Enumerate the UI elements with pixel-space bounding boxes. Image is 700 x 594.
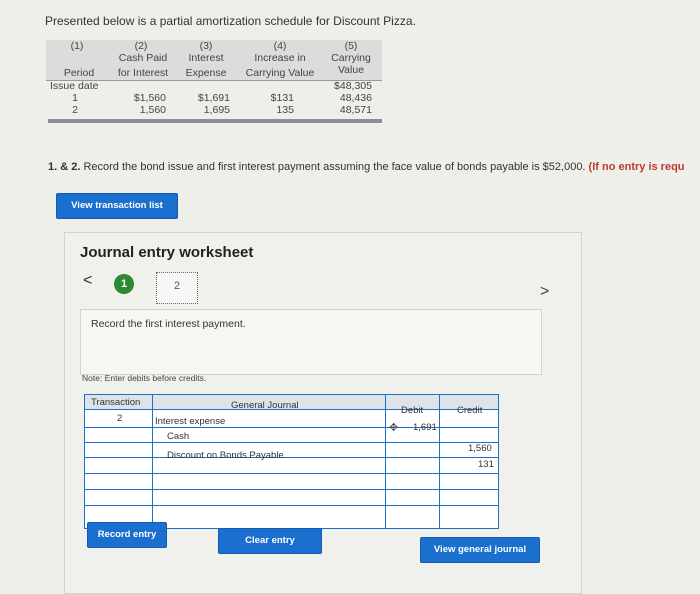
debit-field[interactable]: 1,691 [413,422,437,434]
col-header-line2: Expense [185,67,227,79]
col-header-line2: for Interest [117,67,169,79]
note-text: Note: Enter debits before credits. [82,373,207,383]
journal-row-divider [85,505,498,506]
instruction-text: Record the first interest payment. [91,318,246,330]
question-warning: (If no entry is requ [585,161,685,173]
prev-arrow-icon[interactable]: < [83,272,92,290]
question-text: 1. & 2. Record the bond issue and first … [48,161,685,173]
worksheet-title: Journal entry worksheet [80,244,254,261]
row-carrying: $48,305 [334,80,372,92]
header-credit: Credit [457,405,483,416]
transaction-number: 2 [117,413,123,424]
col-header-line1: Increase in [254,52,306,64]
row-period: 1 [72,92,78,104]
move-cursor-icon: ✥ [389,422,399,434]
col-number: (1) [70,40,84,52]
row-cash: $1,560 [133,92,166,104]
step-2-indicator[interactable]: 2 [156,272,198,304]
view-general-journal-button[interactable]: View general journal [420,537,540,563]
row-interest: 1,695 [203,104,230,116]
step-1-indicator[interactable]: 1 [114,274,134,294]
col-header-line1: Cash Paid [118,52,168,64]
row-carrying: 48,436 [339,92,372,104]
journal-row-divider [85,489,498,490]
view-transaction-list-button[interactable]: View transaction list [56,193,178,219]
journal-table: Transaction General Journal Debit Credit… [84,394,499,529]
col-header-line1: Interest [188,52,224,64]
col-number: (3) [199,40,213,52]
header-debit: Debit [401,405,424,416]
col-number: (5) [344,40,358,52]
account-field[interactable]: Discount on Bonds Payable [167,450,284,462]
intro-text: Presented below is a partial amortizatio… [45,14,416,28]
row-increase: 135 [276,104,294,116]
journal-row-divider [85,473,498,474]
credit-field[interactable]: 131 [478,459,494,471]
row-cash: 1,560 [139,104,166,116]
question-prefix: 1. & 2. [48,161,81,173]
col-header-line2: Value [337,64,365,76]
row-increase: $131 [270,92,294,104]
schedule-bottom-bar [48,119,382,123]
header-transaction: Transaction [91,397,141,408]
journal-row-divider [85,442,498,443]
col-header-line2: Carrying Value [245,67,315,79]
record-entry-button[interactable]: Record entry [87,522,167,548]
row-period: Issue date [50,80,99,92]
row-interest: $1,691 [197,92,230,104]
credit-field[interactable]: 1,560 [468,443,492,455]
row-period: 2 [72,104,78,116]
amortization-schedule: (1) (2) (3) (4) (5) Cash Paid Interest I… [46,40,382,120]
header-general-journal: General Journal [231,400,299,411]
account-field[interactable]: Cash [167,431,189,443]
instruction-box: Record the first interest payment. [80,309,542,375]
journal-row-divider [85,457,498,458]
question-body: Record the bond issue and first interest… [80,161,586,173]
journal-col-divider [385,395,386,528]
col-number: (2) [134,40,148,52]
next-arrow-icon[interactable]: > [540,283,549,301]
journal-col-divider [439,395,440,528]
col-number: (4) [273,40,287,52]
row-carrying: 48,571 [339,104,372,116]
col-header-line2: Period [63,67,95,79]
col-header-line1: Carrying [331,52,371,64]
clear-entry-button[interactable]: Clear entry [218,528,322,554]
journal-col-divider [152,395,153,528]
account-field[interactable]: Interest expense [155,416,225,428]
